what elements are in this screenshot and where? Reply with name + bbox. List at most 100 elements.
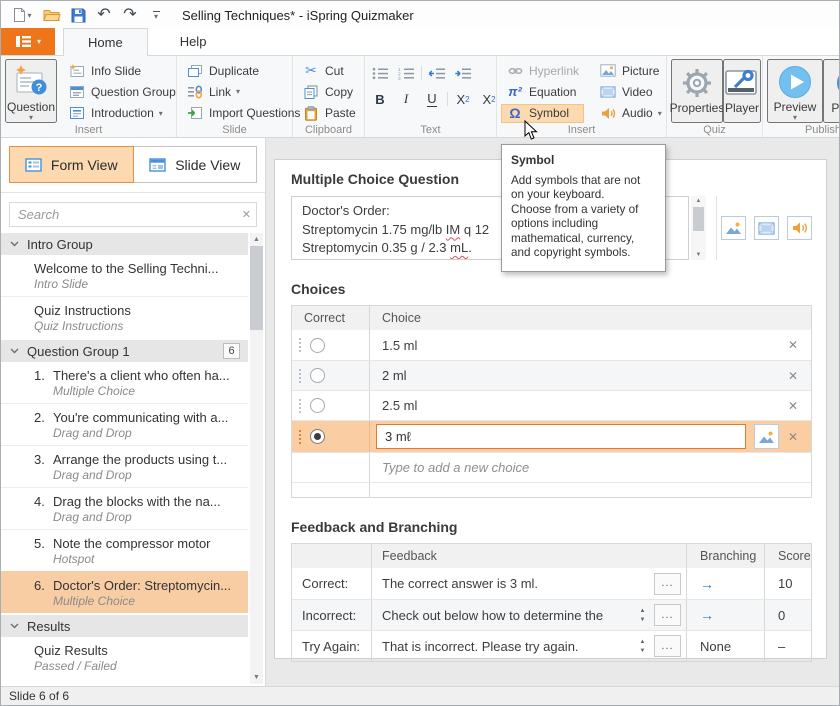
scroll-down-icon[interactable]: ▼	[250, 671, 263, 684]
tree-item-welcome[interactable]: Welcome to the Selling Techni... Intro S…	[1, 255, 248, 296]
delete-choice-button[interactable]: ✕	[788, 399, 811, 413]
tree-item-question-1[interactable]: 1.There's a client who often ha... Multi…	[1, 362, 248, 403]
slide-view-button[interactable]: Slide View	[134, 146, 258, 183]
copy-button[interactable]: Copy	[297, 82, 361, 101]
feedback-spinner[interactable]: ▲▼	[635, 639, 650, 654]
customize-toolbar-button[interactable]: ▾	[144, 3, 168, 27]
properties-button[interactable]: Properties	[671, 59, 723, 123]
correct-radio[interactable]	[310, 368, 325, 383]
tooltip-body-line1: Add symbols that are not on your keyboar…	[511, 174, 656, 203]
choice-text[interactable]: 2 ml	[382, 368, 407, 383]
score-cell[interactable]: 0	[765, 600, 811, 630]
add-choice-row[interactable]: Type to add a new choice	[292, 452, 811, 482]
drag-handle-icon[interactable]	[299, 338, 301, 352]
ribbon: ? Question ▾ Info Slide Question Group I…	[1, 56, 839, 138]
feedback-text[interactable]: The correct answer is 3 ml.	[382, 576, 650, 591]
tree-group-results[interactable]: Results	[1, 615, 248, 637]
branching-cell[interactable]: →	[687, 568, 765, 599]
bullet-list-button[interactable]	[369, 63, 391, 83]
symbol-button[interactable]: Ω Symbol	[501, 104, 584, 123]
drag-handle-icon[interactable]	[299, 399, 301, 413]
app-menu-button[interactable]: ▾	[1, 28, 55, 55]
info-slide-button[interactable]: Info Slide	[63, 61, 181, 80]
feedback-more-button[interactable]: ...	[654, 604, 681, 626]
form-view-button[interactable]: Form View	[9, 146, 134, 183]
scrollbar-thumb[interactable]	[250, 246, 263, 330]
italic-button[interactable]: I	[395, 89, 417, 109]
picture-button[interactable]: Picture	[594, 61, 667, 80]
tab-help[interactable]: Help	[156, 28, 231, 55]
hyperlink-button[interactable]: Hyperlink	[501, 61, 584, 80]
tab-home[interactable]: Home	[63, 28, 148, 56]
delete-choice-button[interactable]: ✕	[779, 430, 811, 444]
question-scrollbar[interactable]: ▲ ▼	[691, 196, 706, 260]
undo-button[interactable]: ↶	[92, 3, 116, 27]
save-button[interactable]	[66, 3, 90, 27]
scroll-up-icon[interactable]: ▲	[250, 233, 263, 246]
info-slide-label: Info Slide	[91, 64, 141, 78]
link-button[interactable]: Link ▾	[181, 82, 305, 101]
import-questions-button[interactable]: Import Questions	[181, 104, 305, 123]
tree-item-quiz-instructions[interactable]: Quiz Instructions Quiz Instructions	[1, 296, 248, 338]
drag-handle-icon[interactable]	[299, 430, 301, 444]
tree-item-question-6-selected[interactable]: 6.Doctor's Order: Streptomycin... Multip…	[1, 571, 248, 613]
correct-radio[interactable]	[310, 338, 325, 353]
choice-text[interactable]: 2.5 ml	[382, 398, 417, 413]
decrease-indent-button[interactable]	[426, 63, 448, 83]
choice-picture-button[interactable]	[754, 424, 779, 449]
feedback-more-button[interactable]: ...	[654, 635, 681, 657]
tree-item-question-2[interactable]: 2.You're communicating with a... Drag an…	[1, 403, 248, 445]
clear-search-icon[interactable]: ✕	[242, 208, 251, 221]
player-button[interactable]: Player	[723, 59, 761, 123]
feedback-more-button[interactable]: ...	[654, 573, 681, 595]
audio-button[interactable]: Audio ▾	[594, 104, 667, 123]
tree-item-question-3[interactable]: 3.Arrange the products using t... Drag a…	[1, 445, 248, 487]
slide-tree: Intro Group Welcome to the Selling Techn…	[1, 233, 248, 686]
add-picture-button[interactable]	[721, 216, 746, 240]
delete-choice-button[interactable]: ✕	[788, 369, 811, 383]
equation-button[interactable]: π² Equation	[501, 82, 584, 101]
tree-item-question-4[interactable]: 4.Drag the blocks with the na... Drag an…	[1, 487, 248, 529]
subscript-button[interactable]: X2	[452, 89, 474, 109]
publish-button[interactable]: Publish	[823, 59, 840, 123]
choice-text[interactable]: 1.5 ml	[382, 338, 417, 353]
open-button[interactable]	[40, 3, 64, 27]
search-input[interactable]	[9, 202, 257, 227]
choice-edit-input[interactable]	[376, 424, 746, 449]
video-button[interactable]: Video	[594, 82, 667, 101]
score-cell[interactable]: 10	[765, 568, 811, 599]
question-group-button[interactable]: Question Group	[63, 82, 181, 101]
correct-radio[interactable]	[310, 398, 325, 413]
feedback-text[interactable]: That is incorrect. Please try again.	[382, 639, 631, 654]
redo-button[interactable]: ↷	[118, 3, 142, 27]
increase-indent-button[interactable]	[452, 63, 474, 83]
bold-button[interactable]: B	[369, 89, 391, 109]
numbered-list-icon: 123	[398, 67, 415, 80]
feedback-text[interactable]: Check out below how to determine the	[382, 608, 631, 623]
preview-button[interactable]: Preview ▾	[767, 59, 823, 123]
hyperlink-label: Hyperlink	[529, 64, 579, 78]
tree-group-intro[interactable]: Intro Group	[1, 233, 248, 255]
delete-choice-button[interactable]: ✕	[788, 338, 811, 352]
drag-handle-icon[interactable]	[299, 369, 301, 383]
introduction-button[interactable]: Introduction ▾	[63, 104, 181, 123]
correct-radio-selected[interactable]	[310, 429, 325, 444]
branching-cell[interactable]: None	[687, 631, 765, 661]
new-document-button[interactable]: ▾	[6, 3, 38, 27]
feedback-spinner[interactable]: ▲▼	[635, 608, 650, 623]
branching-cell[interactable]: →	[687, 600, 765, 630]
sidebar-scrollbar[interactable]: ▲ ▼	[250, 233, 263, 684]
question-button[interactable]: ? Question ▾	[5, 59, 57, 123]
tree-item-quiz-results[interactable]: Quiz Results Passed / Failed	[1, 637, 248, 678]
tree-group-question-group-1[interactable]: Question Group 1 6	[1, 340, 248, 362]
feedback-heading: Feedback and Branching	[291, 519, 812, 535]
tree-item-question-5[interactable]: 5.Note the compressor motor Hotspot	[1, 529, 248, 571]
add-audio-button[interactable]	[787, 216, 812, 240]
duplicate-button[interactable]: Duplicate	[181, 61, 305, 80]
cut-button[interactable]: ✂ Cut	[297, 61, 361, 80]
add-video-button[interactable]	[754, 216, 779, 240]
numbered-list-button[interactable]: 123	[395, 63, 417, 83]
paste-button[interactable]: Paste	[297, 104, 361, 123]
underline-button[interactable]: U	[421, 89, 443, 109]
score-cell[interactable]: –	[765, 631, 811, 661]
